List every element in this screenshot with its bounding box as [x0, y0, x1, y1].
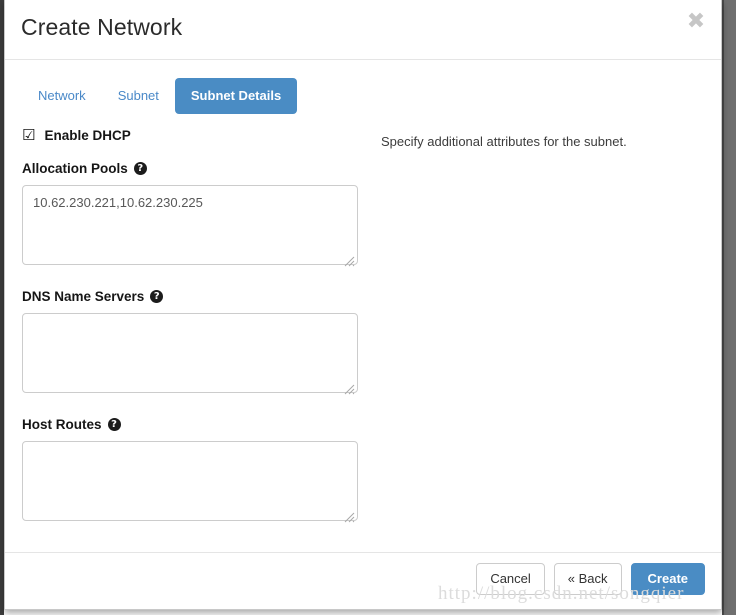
help-icon[interactable]: ? [107, 418, 121, 431]
allocation-pools-input[interactable] [22, 185, 358, 265]
field-allocation-pools: Allocation Pools ? [22, 161, 362, 270]
enable-dhcp-checkbox[interactable]: ☑ [22, 128, 35, 143]
dialog-body: Network Subnet Subnet Details ☑ Enable D… [5, 60, 721, 552]
host-routes-input-wrap [22, 441, 358, 526]
backdrop-right-strip [724, 0, 736, 615]
dns-name-servers-input-wrap [22, 313, 358, 398]
create-network-dialog: Create Network ✖ Network Subnet Subnet D… [4, 0, 722, 610]
dialog-footer: Cancel « Back Create [5, 552, 721, 609]
tab-network[interactable]: Network [22, 78, 102, 114]
allocation-pools-input-wrap [22, 185, 358, 270]
dialog-header: Create Network ✖ [5, 0, 721, 60]
create-button[interactable]: Create [630, 563, 705, 595]
tab-subnet[interactable]: Subnet [102, 78, 175, 114]
host-routes-label-text: Host Routes [22, 417, 102, 432]
help-panel: Specify additional attributes for the su… [381, 134, 701, 149]
page-title: Create Network [21, 14, 183, 40]
back-button[interactable]: « Back [553, 563, 622, 595]
help-icon[interactable]: ? [150, 290, 164, 303]
enable-dhcp-label: Enable DHCP [44, 128, 131, 143]
cancel-button[interactable]: Cancel [476, 563, 545, 595]
enable-dhcp-row[interactable]: ☑ Enable DHCP [22, 128, 362, 144]
field-dns-name-servers: DNS Name Servers ? [22, 289, 362, 398]
dns-name-servers-label: DNS Name Servers ? [22, 289, 362, 304]
field-host-routes: Host Routes ? [22, 417, 362, 526]
form-column: ☑ Enable DHCP Allocation Pools ? DNS Nam… [22, 128, 362, 545]
footer-button-group: Cancel « Back Create [476, 563, 705, 595]
wizard-tabs: Network Subnet Subnet Details [22, 78, 298, 114]
host-routes-input[interactable] [22, 441, 358, 521]
dns-name-servers-label-text: DNS Name Servers [22, 289, 145, 304]
host-routes-label: Host Routes ? [22, 417, 362, 432]
help-icon[interactable]: ? [133, 162, 147, 175]
help-panel-description: Specify additional attributes for the su… [381, 134, 627, 149]
dns-name-servers-input[interactable] [22, 313, 358, 393]
allocation-pools-label-text: Allocation Pools [22, 161, 128, 176]
tab-subnet-details[interactable]: Subnet Details [174, 78, 298, 114]
allocation-pools-label: Allocation Pools ? [22, 161, 362, 176]
close-icon[interactable]: ✖ [684, 10, 708, 34]
